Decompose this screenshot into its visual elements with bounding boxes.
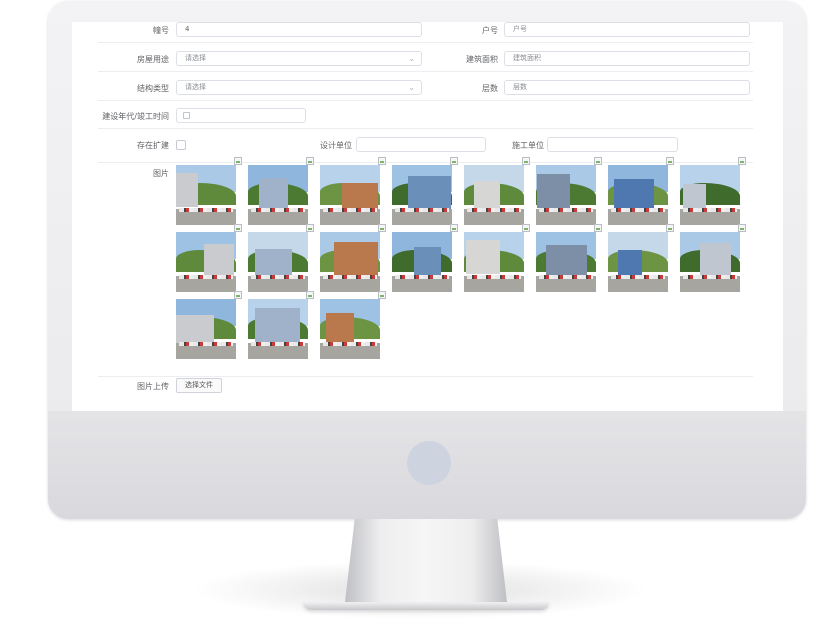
photo-thumbnail[interactable]	[248, 299, 308, 359]
photo-thumbnail[interactable]	[464, 232, 524, 292]
expansion-label: 存在扩建	[137, 141, 169, 150]
structure-type-select[interactable]: 请选择 ⌄	[176, 80, 422, 95]
upload-label: 图片上传	[137, 382, 169, 391]
row-divider	[98, 162, 753, 163]
broken-image-icon	[378, 157, 386, 165]
photo-thumbnail[interactable]	[608, 165, 668, 225]
photo-thumbnail[interactable]	[680, 165, 740, 225]
broken-image-icon	[234, 224, 242, 232]
floors-label: 层数	[482, 84, 498, 93]
calendar-icon	[183, 112, 190, 119]
chevron-down-icon: ⌄	[408, 54, 415, 63]
row-divider	[98, 100, 753, 101]
broken-image-icon	[738, 224, 746, 232]
broken-image-icon	[234, 157, 242, 165]
row-divider	[98, 42, 753, 43]
broken-image-icon	[666, 157, 674, 165]
broken-image-icon	[378, 291, 386, 299]
choose-file-button[interactable]: 选择文件	[176, 378, 222, 393]
design-unit-label: 设计单位	[320, 141, 352, 150]
broken-image-icon	[522, 224, 530, 232]
photo-thumbnail[interactable]	[320, 299, 380, 359]
screen: 幢号 4 户号 户号 房屋用途 请选择 ⌄ 建筑面积 建筑面积 结构类型 请选择…	[72, 22, 783, 411]
building-area-input[interactable]: 建筑面积	[504, 51, 750, 66]
household-input[interactable]: 户号	[504, 22, 750, 37]
broken-image-icon	[234, 291, 242, 299]
photo-thumbnail[interactable]	[680, 232, 740, 292]
broken-image-icon	[306, 157, 314, 165]
photo-thumbnail[interactable]	[608, 232, 668, 292]
photo-thumbnail[interactable]	[392, 165, 452, 225]
construction-unit-input[interactable]	[547, 137, 678, 152]
structure-type-label: 结构类型	[137, 84, 169, 93]
expansion-checkbox[interactable]	[176, 140, 186, 150]
monitor-stand-base	[303, 602, 549, 610]
power-button	[407, 441, 451, 485]
floors-input[interactable]: 层数	[504, 80, 750, 95]
house-use-label: 房屋用途	[137, 55, 169, 64]
broken-image-icon	[378, 224, 386, 232]
photo-thumbnail[interactable]	[176, 165, 236, 225]
monitor-stand-neck	[345, 519, 507, 602]
design-unit-input[interactable]	[356, 137, 486, 152]
structure-type-value: 请选择	[185, 83, 206, 91]
broken-image-icon	[522, 157, 530, 165]
house-use-select[interactable]: 请选择 ⌄	[176, 51, 422, 66]
photo-thumbnail[interactable]	[248, 165, 308, 225]
building-area-label: 建筑面积	[466, 55, 498, 64]
photo-thumbnail[interactable]	[176, 299, 236, 359]
chevron-down-icon: ⌄	[408, 83, 415, 92]
photos-label: 图片	[153, 169, 169, 178]
broken-image-icon	[666, 224, 674, 232]
broken-image-icon	[450, 224, 458, 232]
building-no-label: 幢号	[153, 26, 169, 35]
photo-thumbnail[interactable]	[536, 165, 596, 225]
row-divider	[98, 128, 753, 129]
broken-image-icon	[306, 224, 314, 232]
photo-thumbnail[interactable]	[392, 232, 452, 292]
photo-thumbnail[interactable]	[320, 232, 380, 292]
photo-thumbnail[interactable]	[464, 165, 524, 225]
broken-image-icon	[738, 157, 746, 165]
row-divider	[98, 376, 753, 377]
build-year-label: 建设年代/竣工时间	[102, 112, 169, 121]
photo-thumbnail[interactable]	[176, 232, 236, 292]
build-year-date-picker[interactable]	[176, 108, 306, 123]
household-label: 户号	[482, 26, 498, 35]
broken-image-icon	[594, 157, 602, 165]
photo-thumbnail[interactable]	[536, 232, 596, 292]
row-divider	[98, 71, 753, 72]
house-use-value: 请选择	[185, 54, 206, 62]
broken-image-icon	[450, 157, 458, 165]
photo-thumbnail[interactable]	[320, 165, 380, 225]
building-no-input[interactable]: 4	[176, 22, 422, 37]
broken-image-icon	[306, 291, 314, 299]
construction-unit-label: 施工单位	[512, 141, 544, 150]
photo-thumbnail[interactable]	[248, 232, 308, 292]
broken-image-icon	[594, 224, 602, 232]
